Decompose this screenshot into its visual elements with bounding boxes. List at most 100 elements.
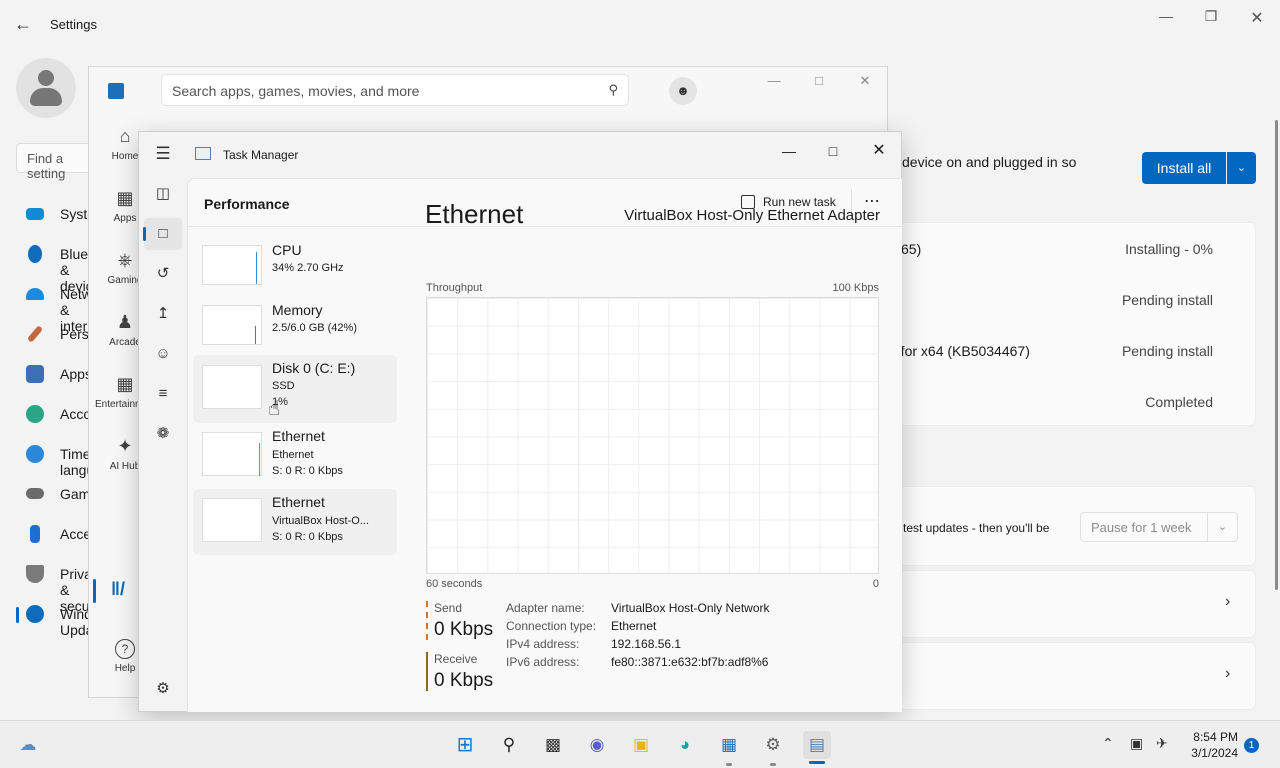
perf-item-detail: VirtualBox Host-O...: [272, 515, 369, 527]
store-account-icon[interactable]: ☻: [669, 77, 697, 105]
store-minimize-button[interactable]: —: [759, 73, 789, 93]
search-icon[interactable]: ⚲: [608, 82, 618, 98]
hamburger-menu-icon[interactable]: ☰: [144, 138, 182, 170]
hand-cursor-icon: ☝: [268, 398, 281, 420]
performance-icon[interactable]: □: [143, 218, 182, 250]
library-selected-indicator: [93, 579, 96, 603]
notification-badge[interactable]: 1: [1244, 738, 1259, 753]
settings-title: Settings: [50, 17, 97, 32]
perf-item-name: Memory: [272, 302, 323, 318]
perf-item-disk[interactable]: Disk 0 (C: E:) SSD 1%: [193, 355, 397, 423]
ethernet-thumbnail-graph: [202, 432, 262, 476]
update-status-4: Completed: [1145, 394, 1213, 410]
details-icon[interactable]: ≡: [144, 378, 182, 410]
task-manager-titlebar[interactable]: Task Manager — □ ✕: [139, 132, 901, 178]
clock-time: 8:54 PM: [1193, 730, 1238, 744]
library-icon[interactable]: ‖/: [111, 579, 125, 600]
tm-minimize-button[interactable]: —: [769, 137, 809, 165]
settings-close-button[interactable]: ✕: [1234, 8, 1280, 28]
perf-item-ethernet-1[interactable]: Ethernet Ethernet S: 0 R: 0 Kbps: [193, 423, 397, 489]
processes-icon[interactable]: ◫: [144, 178, 182, 210]
edge-browser-icon[interactable]: ◕: [671, 731, 699, 759]
info-value: Ethernet: [611, 619, 657, 633]
taskbar-clock[interactable]: 8:54 PM 3/1/2024: [1186, 729, 1238, 761]
update-history-row[interactable]: ›: [880, 570, 1256, 638]
info-key: IPv4 address:: [506, 637, 580, 651]
weather-widget-icon[interactable]: ☁: [14, 731, 42, 759]
install-all-button[interactable]: Install all: [1142, 152, 1226, 184]
pause-updates-label: Pause for 1 week: [1091, 520, 1192, 535]
pause-updates-select[interactable]: Pause for 1 week ⌄: [1080, 512, 1238, 542]
info-key: Connection type:: [506, 619, 597, 633]
services-icon[interactable]: ❁: [144, 418, 182, 450]
home-icon: ⌂: [119, 126, 131, 146]
update-name-1: 65): [901, 241, 922, 257]
tm-close-button[interactable]: ✕: [859, 137, 899, 165]
page-title: Performance: [204, 196, 290, 212]
perf-item-detail: SSD: [272, 380, 295, 392]
store-search-input[interactable]: Search apps, games, movies, and more ⚲: [161, 74, 629, 106]
app-history-icon[interactable]: ↺: [144, 258, 182, 290]
system-icon: [26, 208, 44, 220]
network-icon[interactable]: ▣: [1130, 735, 1143, 752]
volume-muted-icon[interactable]: ✈: [1156, 735, 1168, 752]
graph-time-label: 60 seconds: [426, 578, 483, 590]
store-search-placeholder: Search apps, games, movies, and more: [172, 83, 420, 99]
store-maximize-button[interactable]: □: [804, 73, 834, 93]
brush-icon: [26, 325, 44, 343]
update-notice-text: device on and plugged in so: [902, 154, 1077, 170]
settings-scrollbar[interactable]: [1275, 120, 1278, 590]
update-status-3: Pending install: [1121, 343, 1213, 359]
file-explorer-icon[interactable]: ▣: [627, 731, 655, 759]
perf-item-name: CPU: [272, 242, 302, 258]
wifi-icon: [26, 288, 44, 300]
settings-minimize-button[interactable]: —: [1143, 8, 1189, 28]
store-taskbar-icon[interactable]: ▦: [715, 731, 743, 759]
perf-item-detail: 2.5/6.0 GB (42%): [272, 322, 357, 334]
graph-min-label: 0: [872, 578, 879, 590]
accessibility-icon: [30, 525, 40, 543]
updates-list-card: 65) Installing - 0% Pending install 2 fo…: [880, 222, 1256, 426]
info-value: fe80::3871:e632:bf7b:adf8%6: [611, 655, 769, 669]
users-icon[interactable]: ☺: [144, 338, 182, 370]
apps-grid-icon: [26, 365, 44, 383]
perf-item-cpu[interactable]: CPU 34% 2.70 GHz: [193, 237, 397, 301]
performance-page: Performance Run new task ⋯ CPU 34% 2.70 …: [187, 178, 902, 712]
show-hidden-icons-chevron-icon[interactable]: ⌃: [1102, 735, 1114, 752]
startup-apps-icon[interactable]: ↥: [144, 298, 182, 330]
help-icon: ?: [115, 639, 135, 659]
task-view-icon[interactable]: ▩: [539, 731, 567, 759]
memory-thumbnail-graph: [202, 305, 262, 345]
advanced-options-row[interactable]: ›: [880, 642, 1256, 710]
gaming-icon: ⎈: [117, 250, 133, 270]
back-arrow-icon[interactable]: ←: [14, 14, 36, 36]
controller-icon: [26, 488, 44, 499]
install-options-chevron-icon[interactable]: ⌄: [1227, 152, 1256, 184]
settings-gear-icon[interactable]: ⚙: [144, 673, 182, 705]
update-icon: [26, 605, 44, 623]
perf-item-name: Ethernet: [272, 494, 325, 510]
update-name-3: 2 for x64 (KB5034467): [889, 343, 1030, 359]
user-avatar[interactable]: [16, 58, 76, 118]
send-legend-line: [426, 601, 428, 640]
settings-taskbar-icon[interactable]: ⚙: [759, 731, 787, 759]
settings-maximize-button[interactable]: ❐: [1188, 8, 1234, 28]
chevron-right-icon: ›: [1225, 665, 1231, 682]
start-button-icon[interactable]: ⊞: [451, 731, 479, 759]
store-close-button[interactable]: ✕: [850, 73, 880, 93]
receive-legend-line: [426, 652, 428, 691]
graph-label: Throughput: [426, 282, 483, 294]
teams-chat-icon[interactable]: ◉: [583, 731, 611, 759]
perf-item-memory[interactable]: Memory 2.5/6.0 GB (42%): [193, 297, 397, 361]
perf-item-name: Disk 0 (C: E:): [272, 360, 356, 376]
taskbar: ☁ ⊞ ⚲ ▩ ◉ ▣ ◕ ▦ ⚙ ▤ ⌃ ▣ ✈ 8:54 PM 3/1/20…: [0, 720, 1280, 768]
pause-updates-text: test updates - then you'll be: [903, 521, 1050, 535]
task-manager-active-indicator: [809, 761, 825, 764]
task-manager-taskbar-icon[interactable]: ▤: [803, 731, 831, 759]
perf-item-ethernet-2[interactable]: Ethernet VirtualBox Host-O... S: 0 R: 0 …: [193, 489, 397, 555]
globe-clock-icon: [26, 445, 44, 463]
task-manager-nav-rail: ☰ ◫ □ ↺ ↥ ☺ ≡ ❁ ⚙: [139, 132, 187, 711]
perf-item-usage: S: 0 R: 0 Kbps: [272, 465, 343, 477]
search-icon[interactable]: ⚲: [495, 731, 523, 759]
tm-maximize-button[interactable]: □: [813, 137, 853, 165]
